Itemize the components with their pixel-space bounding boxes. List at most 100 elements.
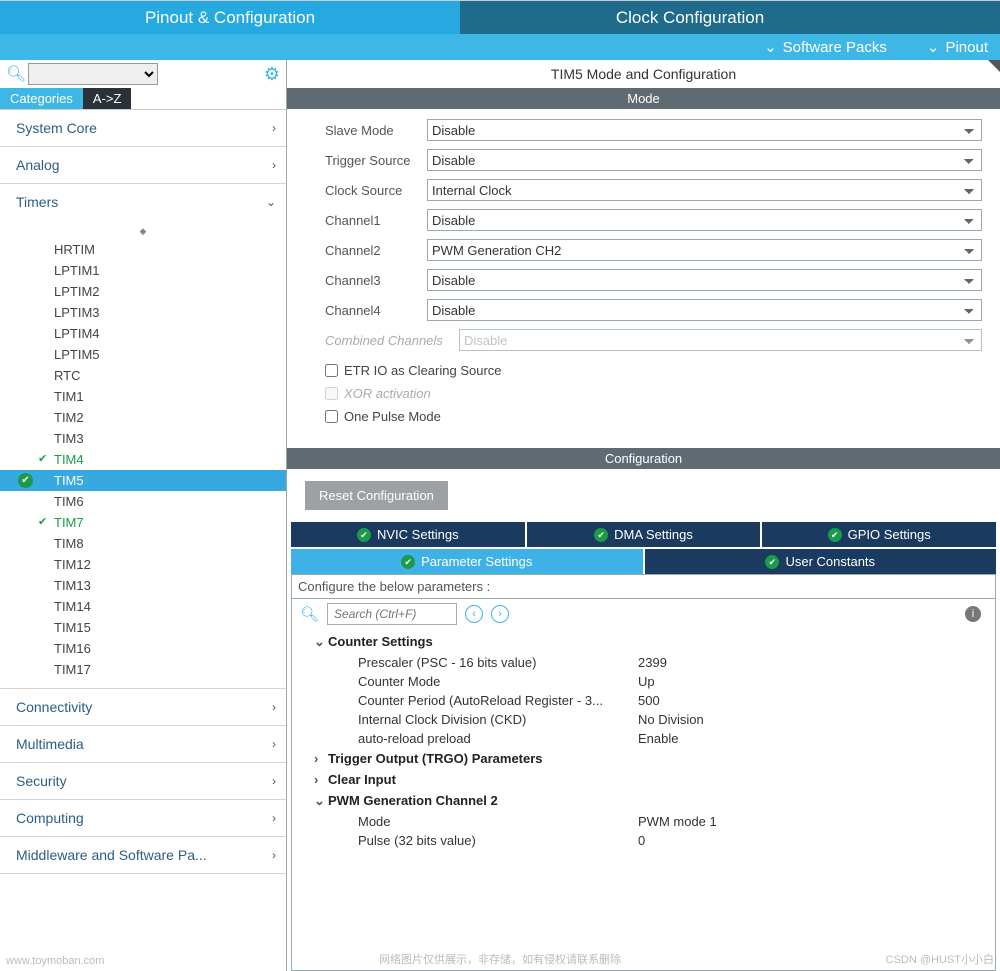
param-label: Counter Period (AutoReload Register - 3.…	[358, 693, 638, 708]
chevron-down-icon: ⌄	[927, 38, 940, 56]
cat-computing[interactable]: Computing›	[0, 800, 286, 836]
channel1-select[interactable]: Disable	[427, 209, 982, 231]
timer-item[interactable]: LPTIM1	[0, 260, 286, 281]
check-icon: ✔	[18, 473, 33, 488]
one-pulse-label: One Pulse Mode	[344, 409, 441, 424]
timer-item[interactable]: TIM2	[0, 407, 286, 428]
timer-item[interactable]: TIM12	[0, 554, 286, 575]
trigger-source-select[interactable]: Disable	[427, 149, 982, 171]
timer-item[interactable]: HRTIM	[0, 239, 286, 260]
param-row[interactable]: Counter ModeUp	[300, 672, 987, 691]
timer-item-tim4[interactable]: TIM4	[0, 449, 286, 470]
one-pulse-checkbox[interactable]	[325, 410, 338, 423]
gear-icon[interactable]: ⚙	[264, 64, 280, 85]
xor-check-row: XOR activation	[325, 382, 982, 405]
timer-item[interactable]: LPTIM3	[0, 302, 286, 323]
params-search-input[interactable]	[327, 603, 457, 625]
timer-item[interactable]: TIM3	[0, 428, 286, 449]
tab-label: User Constants	[785, 554, 875, 569]
sidebar-search-select[interactable]	[28, 63, 158, 85]
subbar-pinout[interactable]: ⌄Pinout	[927, 38, 988, 56]
slave-mode-select[interactable]: Disable	[427, 119, 982, 141]
param-row[interactable]: ModePWM mode 1	[300, 812, 987, 831]
group-counter-settings[interactable]: Counter Settings	[300, 631, 987, 653]
cat-analog[interactable]: Analog›	[0, 147, 286, 183]
cat-timers[interactable]: Timers⌄	[0, 184, 286, 220]
cat-multimedia[interactable]: Multimedia›	[0, 726, 286, 762]
param-label: auto-reload preload	[358, 731, 638, 746]
param-row[interactable]: Internal Clock Division (CKD)No Division	[300, 710, 987, 729]
cat-middleware[interactable]: Middleware and Software Pa...›	[0, 837, 286, 873]
timer-item-tim7[interactable]: TIM7	[0, 512, 286, 533]
timer-item[interactable]: LPTIM5	[0, 344, 286, 365]
timer-item[interactable]: TIM13	[0, 575, 286, 596]
etr-checkbox[interactable]	[325, 364, 338, 377]
check-icon: ✔	[357, 528, 371, 542]
collapse-icon[interactable]	[988, 60, 1000, 72]
param-value: No Division	[638, 712, 987, 727]
clock-source-label: Clock Source	[325, 183, 427, 198]
channel1-label: Channel1	[325, 213, 427, 228]
param-value: PWM mode 1	[638, 814, 987, 829]
sidebar-tab-az[interactable]: A->Z	[83, 88, 132, 109]
clock-source-select[interactable]: Internal Clock	[427, 179, 982, 201]
one-pulse-check-row[interactable]: One Pulse Mode	[325, 405, 982, 428]
cat-system-core[interactable]: System Core›	[0, 110, 286, 146]
reset-configuration-button[interactable]: Reset Configuration	[305, 481, 448, 510]
trigger-source-label: Trigger Source	[325, 153, 427, 168]
timer-item-tim5[interactable]: ✔TIM5	[0, 470, 286, 491]
sidebar-tab-categories[interactable]: Categories	[0, 88, 83, 109]
search-icon[interactable]: 🔍︎	[6, 64, 26, 84]
tab-nvic-settings[interactable]: ✔ NVIC Settings	[291, 522, 525, 547]
tab-label: DMA Settings	[614, 527, 693, 542]
tab-parameter-settings[interactable]: ✔Parameter Settings	[291, 549, 643, 574]
group-trgo[interactable]: Trigger Output (TRGO) Parameters	[300, 748, 987, 769]
timer-item[interactable]: TIM6	[0, 491, 286, 512]
timer-item[interactable]: TIM8	[0, 533, 286, 554]
tab-clock[interactable]: Clock Configuration	[460, 1, 920, 34]
group-clear-input[interactable]: Clear Input	[300, 769, 987, 790]
etr-label: ETR IO as Clearing Source	[344, 363, 502, 378]
sidebar-tree[interactable]: System Core› Analog› Timers⌄ ◆ HRTIM LPT…	[0, 109, 286, 971]
params-tree[interactable]: Counter Settings Prescaler (PSC - 16 bit…	[292, 629, 995, 970]
group-pwm-ch2[interactable]: PWM Generation Channel 2	[300, 790, 987, 812]
timer-item[interactable]: TIM16	[0, 638, 286, 659]
timer-item[interactable]: RTC	[0, 365, 286, 386]
combined-channels-select: Disable	[459, 329, 982, 351]
tab-user-constants[interactable]: ✔User Constants	[645, 549, 997, 574]
param-row[interactable]: Pulse (32 bits value)0	[300, 831, 987, 850]
timer-item[interactable]: TIM14	[0, 596, 286, 617]
param-value: Up	[638, 674, 987, 689]
tab-dma-settings[interactable]: ✔DMA Settings	[527, 522, 761, 547]
timer-item[interactable]: TIM15	[0, 617, 286, 638]
info-icon[interactable]: i	[965, 606, 981, 622]
param-label: Mode	[358, 814, 638, 829]
etr-check-row[interactable]: ETR IO as Clearing Source	[325, 359, 982, 382]
tab-pinout[interactable]: Pinout & Configuration	[0, 1, 460, 34]
param-row[interactable]: auto-reload preloadEnable	[300, 729, 987, 748]
param-value: Enable	[638, 731, 987, 746]
tab-gpio-settings[interactable]: ✔GPIO Settings	[762, 522, 996, 547]
next-icon[interactable]: ›	[491, 605, 509, 623]
sort-icon[interactable]: ◆	[0, 224, 286, 239]
subbar-software-packs[interactable]: ⌄Software Packs	[764, 38, 887, 56]
chevron-right-icon: ›	[272, 811, 276, 825]
tab-label: NVIC Settings	[377, 527, 459, 542]
cat-label: Multimedia	[16, 736, 84, 752]
timer-item[interactable]: TIM17	[0, 659, 286, 680]
param-row[interactable]: Prescaler (PSC - 16 bits value)2399	[300, 653, 987, 672]
param-row[interactable]: Counter Period (AutoReload Register - 3.…	[300, 691, 987, 710]
search-icon[interactable]: 🔍︎	[300, 605, 319, 623]
timers-list: ◆ HRTIM LPTIM1 LPTIM2 LPTIM3 LPTIM4 LPTI…	[0, 220, 286, 688]
subbar-packs-label: Software Packs	[783, 39, 887, 56]
timer-item[interactable]: LPTIM2	[0, 281, 286, 302]
channel2-select[interactable]: PWM Generation CH2	[427, 239, 982, 261]
timer-item[interactable]: LPTIM4	[0, 323, 286, 344]
prev-icon[interactable]: ‹	[465, 605, 483, 623]
cat-connectivity[interactable]: Connectivity›	[0, 689, 286, 725]
timer-item[interactable]: TIM1	[0, 386, 286, 407]
tabbar-filler	[920, 1, 1000, 34]
channel3-select[interactable]: Disable	[427, 269, 982, 291]
cat-security[interactable]: Security›	[0, 763, 286, 799]
channel4-select[interactable]: Disable	[427, 299, 982, 321]
